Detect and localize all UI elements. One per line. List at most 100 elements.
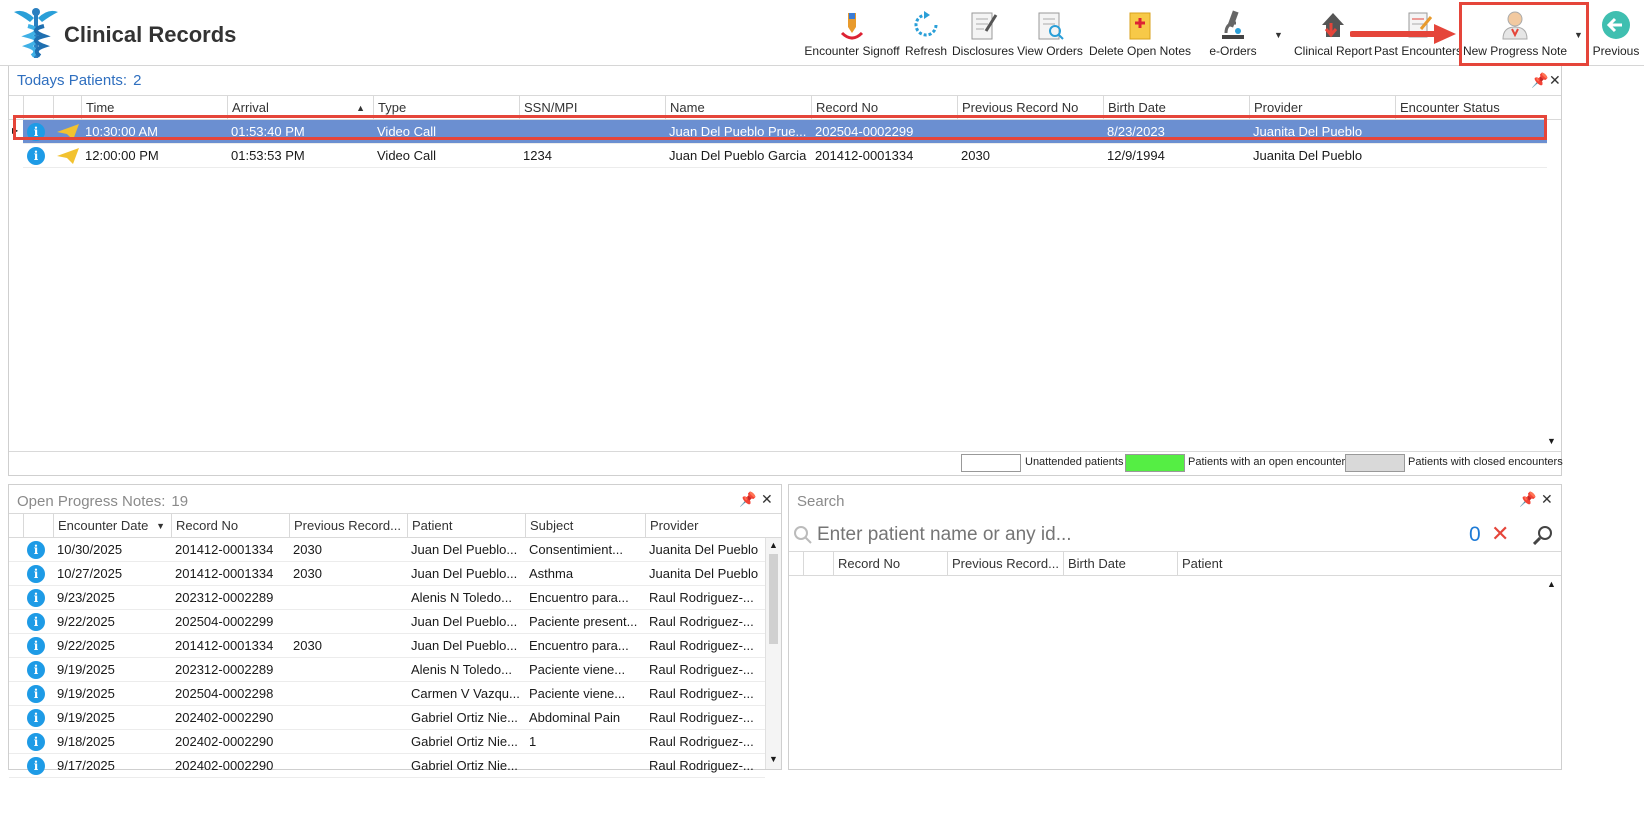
col-header-patient[interactable]: Patient — [407, 514, 525, 538]
pin-icon[interactable]: 📌 — [1519, 491, 1536, 508]
table-row[interactable]: i 9/18/2025 202402-0002290 Gabriel Ortiz Ni… — [9, 730, 765, 754]
search-go-icon[interactable] — [1533, 525, 1553, 545]
highlight-box — [13, 115, 1547, 140]
scroll-down-icon[interactable]: ▼ — [769, 754, 778, 764]
table-row[interactable]: i 9/23/2025 202312-0002289 Alenis N Toledo.… — [9, 586, 765, 610]
cell-patient: Juan Del Pueblo... — [411, 542, 518, 557]
e-orders-button[interactable]: e-Orders — [1196, 4, 1270, 62]
col-header-record-no[interactable]: Record No — [833, 552, 947, 576]
cell-subject: Encuentro para... — [529, 638, 629, 653]
unattended-swatch — [961, 454, 1021, 472]
info-icon[interactable]: i — [27, 637, 45, 655]
cell-record-no: 201412-0001334 — [175, 542, 274, 557]
clear-search-icon[interactable]: ✕ — [1491, 521, 1509, 547]
open-notes-title: Open Progress Notes: 19 — [17, 493, 188, 510]
info-icon[interactable]: i — [27, 709, 45, 727]
close-icon[interactable]: ✕ — [1549, 72, 1561, 89]
cell-record-no: 201412-0001334 — [175, 566, 274, 581]
table-row[interactable]: i 9/17/2025 202402-0002290 Gabriel Ortiz Ni… — [9, 754, 765, 778]
col-header-patient[interactable]: Patient — [1177, 552, 1547, 576]
table-row[interactable]: i 9/22/2025 201412-0001334 2030 Juan Del Pue… — [9, 634, 765, 658]
cell-patient: Juan Del Pueblo... — [411, 638, 518, 653]
table-row[interactable]: i 10/27/2025 201412-0001334 2030 Juan Del Pu… — [9, 562, 765, 586]
info-icon[interactable]: i — [27, 541, 45, 559]
cell-previous-record-no: 2030 — [961, 148, 990, 163]
info-icon[interactable]: i — [27, 685, 45, 703]
scroll-down-icon[interactable]: ▼ — [1547, 436, 1556, 446]
cell-encounter-date: 9/22/2025 — [57, 614, 115, 629]
signoff-pen-icon — [840, 13, 864, 40]
search-grid-header: Record No Previous Record... Birth Date … — [789, 551, 1561, 576]
cell-record-no: 201412-0001334 — [815, 148, 914, 163]
notes-scrollbar[interactable]: ▲ ▼ — [765, 538, 781, 769]
clinical-report-label: Clinical Report — [1293, 44, 1373, 58]
cell-record-no: 202504-0002298 — [175, 686, 274, 701]
col-header-previous-record[interactable]: Previous Record... — [289, 514, 407, 538]
cell-encounter-date: 10/30/2025 — [57, 542, 123, 557]
info-icon[interactable]: i — [27, 757, 45, 775]
cell-provider: Juanita Del Pueblo — [1253, 148, 1363, 163]
cell-previous-record — [289, 682, 407, 706]
delete-open-notes-button[interactable]: Delete Open Notes — [1088, 4, 1192, 62]
pin-icon[interactable]: 📌 — [1531, 72, 1548, 89]
refresh-button[interactable]: Refresh — [902, 4, 950, 62]
disclosures-button[interactable]: Disclosures — [952, 4, 1014, 62]
cell-record-no: 201412-0001334 — [175, 638, 274, 653]
encounter-signoff-label: Encounter Signoff — [804, 44, 900, 58]
search-input[interactable] — [817, 521, 1447, 549]
e-orders-dropdown-icon[interactable]: ▼ — [1274, 30, 1283, 40]
view-orders-button[interactable]: View Orders — [1016, 4, 1084, 62]
cell-type: Video Call — [377, 148, 437, 163]
cell-provider: Raul Rodriguez-... — [649, 614, 754, 629]
cell-subject: Paciente present... — [529, 614, 638, 629]
todays-patients-count: 2 — [133, 72, 142, 89]
close-icon[interactable]: ✕ — [761, 491, 773, 508]
close-icon[interactable]: ✕ — [1541, 491, 1553, 508]
info-icon[interactable]: i — [27, 565, 45, 583]
search-title: Search — [797, 493, 845, 510]
sort-descending-icon: ▼ — [156, 521, 165, 531]
cell-previous-record: 2030 — [293, 638, 322, 653]
previous-label: Previous — [1592, 44, 1640, 58]
previous-button[interactable]: Previous — [1590, 4, 1642, 62]
col-header-provider[interactable]: Provider — [645, 514, 765, 538]
table-row[interactable]: i 9/19/2025 202504-0002298 Carmen V Vazqu..… — [9, 682, 765, 706]
search-result-count: 0 — [1469, 523, 1481, 546]
col-header-encounter-date[interactable]: Encounter Date ▼ — [53, 514, 171, 538]
search-box: 0 ✕ — [793, 521, 1557, 549]
col-header-arrival-label: Arrival — [232, 100, 269, 115]
todays-patients-title-label: Todays Patients: — [17, 72, 128, 89]
cell-encounter-date: 9/18/2025 — [57, 734, 115, 749]
col-header-birth-date[interactable]: Birth Date — [1063, 552, 1177, 576]
table-row[interactable]: i 9/19/2025 202312-0002289 Alenis N Toledo.… — [9, 658, 765, 682]
cell-previous-record: 2030 — [293, 566, 322, 581]
cell-patient: Alenis N Toledo... — [411, 590, 512, 605]
table-row[interactable]: i 9/22/2025 202504-0002299 Juan Del Pueblo.… — [9, 610, 765, 634]
table-row[interactable]: i 9/19/2025 202402-0002290 Gabriel Ortiz Ni… — [9, 706, 765, 730]
info-icon[interactable]: i — [27, 589, 45, 607]
cell-previous-record — [289, 730, 407, 754]
scroll-thumb[interactable] — [769, 554, 778, 644]
cell-provider: Raul Rodriguez-... — [649, 638, 754, 653]
info-icon[interactable]: i — [27, 733, 45, 751]
cell-subject: Abdominal Pain — [529, 710, 621, 725]
pin-icon[interactable]: 📌 — [739, 491, 756, 508]
cell-previous-record — [289, 754, 407, 778]
legend-closed: Patients with closed encounters — [1408, 456, 1563, 468]
info-icon[interactable]: i — [27, 613, 45, 631]
scroll-up-icon[interactable]: ▲ — [1547, 579, 1556, 589]
table-row[interactable]: i 12:00:00 PM 01:53:53 PM Video Call 123… — [23, 144, 1547, 168]
e-orders-label: e-Orders — [1209, 44, 1257, 58]
col-header-previous-record[interactable]: Previous Record... — [947, 552, 1063, 576]
open-notes-count: 19 — [171, 493, 189, 510]
cell-provider: Raul Rodriguez-... — [649, 710, 754, 725]
col-header-subject[interactable]: Subject — [525, 514, 645, 538]
encounter-signoff-button[interactable]: Encounter Signoff — [804, 4, 900, 62]
cell-record-no: 202312-0002289 — [175, 590, 274, 605]
col-header-record-no[interactable]: Record No — [171, 514, 289, 538]
info-icon[interactable]: i — [27, 661, 45, 679]
info-icon[interactable]: i — [27, 147, 45, 165]
disclosures-label: Disclosures — [952, 44, 1015, 58]
table-row[interactable]: i 10/30/2025 201412-0001334 2030 Juan Del Pu… — [9, 538, 765, 562]
scroll-up-icon[interactable]: ▲ — [769, 540, 778, 550]
